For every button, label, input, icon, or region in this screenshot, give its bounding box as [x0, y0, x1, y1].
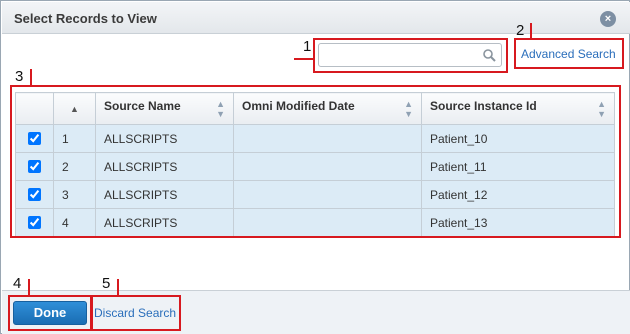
callout-number-4: 4 — [13, 275, 22, 292]
callout-number-2: 2 — [516, 22, 525, 39]
callout-leader-3 — [30, 69, 32, 85]
callout-box-4 — [8, 295, 92, 331]
callout-leader-5 — [117, 279, 119, 295]
dialog-titlebar: Select Records to View × — [2, 2, 630, 34]
callout-number-3: 3 — [15, 68, 24, 85]
callout-box-2 — [514, 38, 624, 69]
callout-box-5 — [91, 295, 181, 331]
close-icon[interactable]: × — [600, 11, 616, 27]
callout-number-1: 1 — [303, 38, 312, 55]
callout-leader-4 — [28, 279, 30, 295]
callout-box-1 — [313, 38, 508, 73]
callout-number-5: 5 — [102, 275, 111, 292]
dialog-title: Select Records to View — [14, 11, 157, 26]
callout-leader-1 — [294, 58, 314, 60]
callout-box-3 — [10, 85, 621, 238]
callout-leader-2 — [530, 23, 532, 39]
select-records-dialog: Select Records to View × Advanced Search… — [0, 0, 630, 334]
